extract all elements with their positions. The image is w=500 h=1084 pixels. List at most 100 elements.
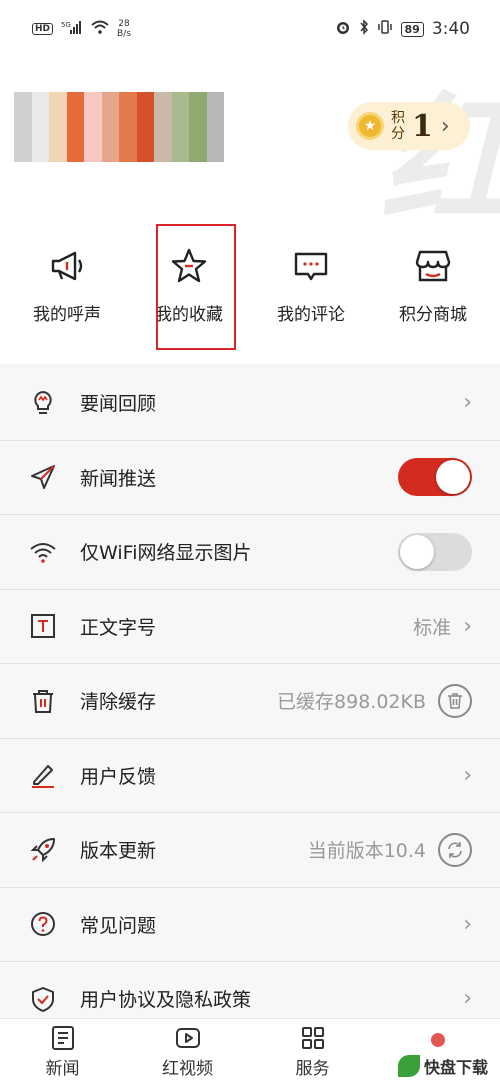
mosaic-cell (66, 127, 84, 145)
settings-label: 新闻推送 (80, 467, 157, 490)
mosaic-cell (66, 92, 84, 110)
comment-icon (294, 252, 328, 281)
news-icon (51, 1026, 74, 1050)
text-size-icon (28, 611, 58, 641)
rocket-icon (28, 835, 58, 865)
mosaic-cell (84, 127, 102, 145)
chevron-right-icon: › (463, 390, 472, 416)
mosaic-cell (101, 144, 119, 162)
mosaic-cell (154, 109, 172, 127)
video-icon (175, 1028, 200, 1048)
settings-row-version-update[interactable]: 版本更新 当前版本10.4 (0, 813, 500, 888)
send-icon (28, 462, 58, 492)
mosaic-cell (14, 109, 32, 127)
mosaic-cell (206, 127, 224, 145)
tab-news[interactable]: 新闻 (8, 1024, 118, 1079)
mosaic-cell (101, 109, 119, 127)
mosaic-cell (119, 144, 137, 162)
cache-size-value: 已缓存898.02KB (277, 691, 426, 714)
mosaic-cell (101, 92, 119, 110)
pen-icon (28, 760, 58, 790)
settings-label: 版本更新 (80, 840, 157, 863)
settings-row-feedback[interactable]: 用户反馈 › (0, 739, 500, 813)
mosaic-cell (171, 109, 189, 127)
mosaic-cell (171, 92, 189, 110)
tab-services[interactable]: 服务 (258, 1024, 368, 1079)
mosaic-cell (84, 92, 102, 110)
action-points-mall[interactable]: 积分商城 (378, 228, 488, 364)
tab-label: 新闻 (45, 1059, 80, 1079)
mosaic-cell (101, 127, 119, 145)
profile-icon (430, 1032, 445, 1047)
grid-icon (301, 1027, 324, 1049)
quick-actions: 我的呼声 我的收藏 我的评论 积分商城 (0, 228, 500, 364)
network-speed: 28 B/s (117, 19, 131, 39)
mosaic-cell (31, 127, 49, 145)
settings-row-clear-cache[interactable]: 清除缓存 已缓存898.02KB (0, 664, 500, 739)
settings-label: 用户反馈 (80, 765, 157, 788)
mosaic-cell (154, 127, 172, 145)
chevron-right-icon: › (463, 986, 472, 1012)
bluetooth-icon (359, 19, 369, 39)
chevron-right-icon: › (463, 762, 472, 788)
mosaic-cell (31, 144, 49, 162)
mosaic-cell (206, 109, 224, 127)
settings-list: 要闻回顾 › 新闻推送 仅WiFi网络显示图片 正文字号 标准 › 清除缓存 已… (0, 366, 500, 1037)
chevron-right-icon: › (463, 613, 472, 639)
highlight-annotation (156, 224, 236, 350)
settings-row-faq[interactable]: 常见问题 › (0, 888, 500, 962)
points-badge[interactable]: ★ 积分 1 › (348, 102, 470, 150)
settings-label: 正文字号 (80, 616, 157, 639)
leaf-logo-icon (397, 1055, 420, 1077)
tab-label: 红视频 (162, 1059, 213, 1079)
mosaic-cell (49, 144, 67, 162)
action-my-voice[interactable]: 我的呼声 (12, 228, 122, 364)
wifi-images-toggle[interactable] (398, 532, 472, 571)
status-left: HD 5G 28 B/s (32, 19, 131, 39)
shield-icon (28, 984, 58, 1014)
tab-label: 服务 (295, 1059, 330, 1079)
mosaic-cell (49, 109, 67, 127)
mosaic-cell (189, 92, 207, 110)
svg-text:5G: 5G (61, 21, 71, 29)
wifi-icon (28, 537, 58, 567)
action-my-comments[interactable]: 我的评论 (256, 228, 366, 364)
settings-label: 仅WiFi网络显示图片 (80, 542, 252, 565)
mosaic-cell (84, 144, 102, 162)
action-label: 我的评论 (277, 305, 345, 325)
mosaic-cell (136, 127, 154, 145)
mosaic-cell (31, 92, 49, 110)
mosaic-cell (189, 127, 207, 145)
mosaic-cell (189, 144, 207, 162)
mosaic-cell (119, 127, 137, 145)
check-update-button[interactable] (438, 832, 472, 867)
hd-indicator: HD (32, 23, 54, 35)
font-size-value: 标准 (413, 616, 452, 639)
user-avatar-blurred[interactable] (14, 92, 224, 162)
settings-row-news-review[interactable]: 要闻回顾 › (0, 366, 500, 441)
version-value: 当前版本10.4 (307, 840, 426, 863)
news-push-toggle[interactable] (398, 458, 472, 497)
mosaic-cell (49, 92, 67, 110)
settings-row-font-size[interactable]: 正文字号 标准 › (0, 590, 500, 664)
mosaic-cell (189, 109, 207, 127)
shop-icon (415, 250, 451, 282)
toggle-knob (436, 460, 470, 495)
status-right: 89 3:40 (335, 19, 470, 39)
mosaic-cell (154, 92, 172, 110)
mosaic-cell (31, 109, 49, 127)
points-label: 积分 (391, 110, 405, 142)
mosaic-cell (136, 92, 154, 110)
settings-label: 常见问题 (80, 914, 157, 937)
question-icon (28, 909, 58, 939)
battery-indicator: 89 (400, 21, 424, 37)
mosaic-cell (14, 92, 32, 110)
speed-unit: B/s (117, 29, 131, 39)
settings-row-wifi-images[interactable]: 仅WiFi网络显示图片 (0, 515, 500, 590)
corner-watermark-logo: 快盘下载 (391, 1052, 494, 1080)
settings-row-news-push[interactable]: 新闻推送 (0, 441, 500, 515)
refresh-icon (448, 841, 462, 858)
tab-red-video[interactable]: 红视频 (133, 1024, 243, 1079)
coin-icon: ★ (356, 112, 384, 140)
clear-cache-button[interactable] (438, 683, 472, 718)
